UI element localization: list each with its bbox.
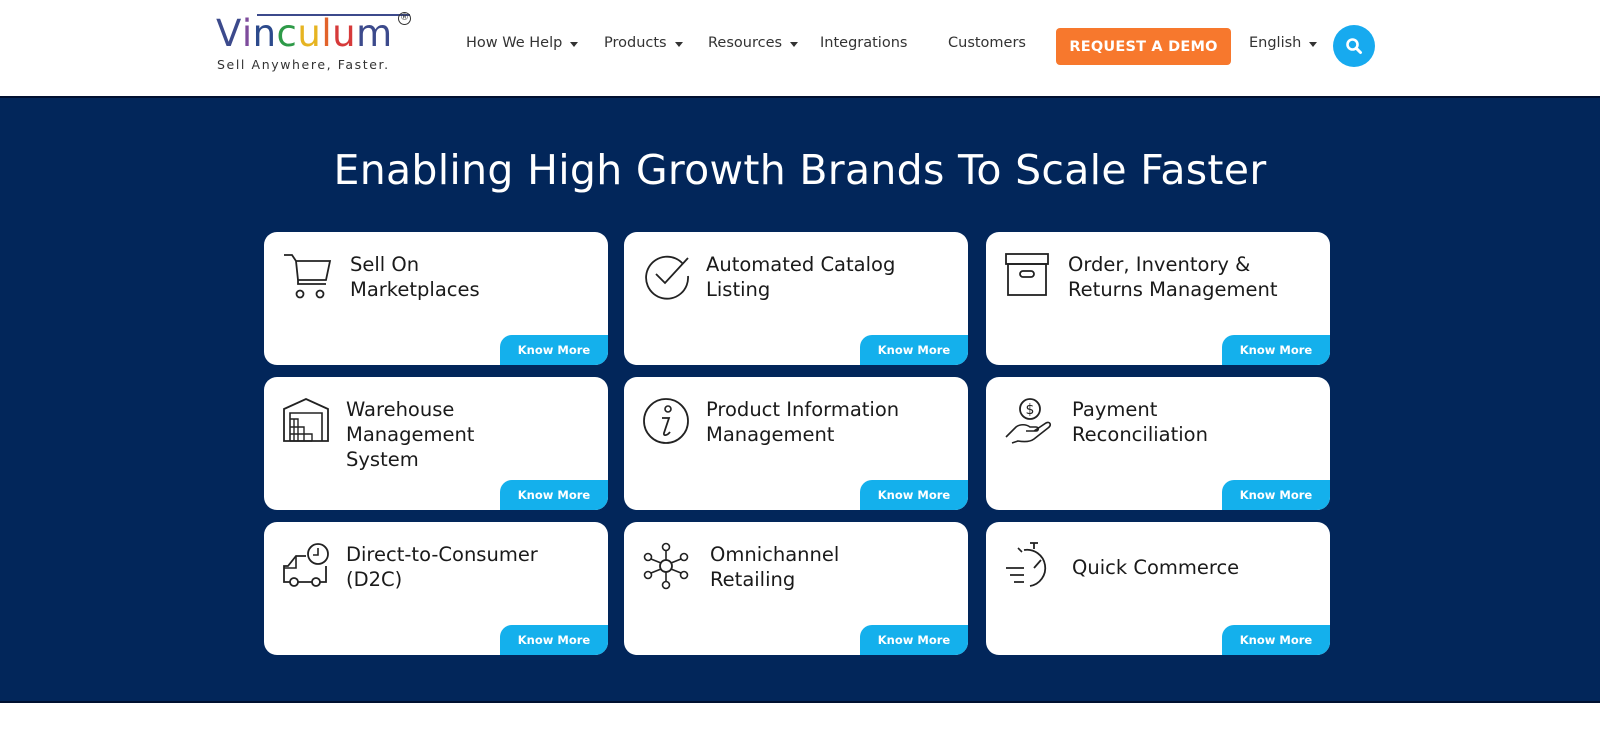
caret-down-icon [570,41,579,47]
know-more-button[interactable]: Know More [500,625,608,655]
card-title-line: Returns Management [1068,278,1278,301]
card-title: Automated Catalog Listing [706,252,895,302]
nav-how-we-help[interactable]: How We Help [466,35,579,51]
nav-integrations[interactable]: Integrations [820,35,907,51]
hero-section: Enabling High Growth Brands To Scale Fas… [0,96,1600,703]
card-title-line: Payment [1072,398,1158,421]
search-button[interactable] [1333,25,1375,67]
language-selector[interactable]: English [1249,35,1318,51]
svg-text:$: $ [1026,402,1035,418]
logo-letter: u [332,12,357,55]
card-title: Payment Reconciliation [1072,397,1208,447]
card-omnichannel-retailing[interactable]: Omnichannel Retailing Know More [624,522,968,655]
logo-letter: i [241,12,253,55]
logo-letter: u [297,12,322,55]
card-title: Quick Commerce [1072,555,1239,580]
logo-letter: l [321,12,333,55]
card-payment-reconciliation[interactable]: $ Payment Reconciliation Know More [986,377,1330,510]
caret-down-icon [1309,41,1318,47]
card-title-line: Management [346,423,475,446]
check-circle-icon [645,255,689,300]
nav-resources[interactable]: Resources [708,35,799,51]
card-title-line: Management [706,423,835,446]
card-title-line: Sell On [350,253,420,276]
card-product-information-management[interactable]: Product Information Management Know More [624,377,968,510]
know-more-button[interactable]: Know More [860,335,968,365]
nav-label: Integrations [820,35,908,51]
card-title-line: (D2C) [346,568,403,591]
card-title-line: Retailing [710,568,796,591]
know-more-button[interactable]: Know More [860,625,968,655]
nav-label: Customers [948,35,1026,51]
card-title-line: Marketplaces [350,278,480,301]
card-title: Direct-to-Consumer (D2C) [346,542,538,592]
fast-stopwatch-icon [1006,542,1047,587]
card-warehouse-management[interactable]: Warehouse Management System Know More [264,377,608,510]
nav-label: How We Help [466,35,563,51]
card-title-line: System [346,448,419,471]
info-circle-icon [643,398,689,444]
card-title-line: Reconciliation [1072,423,1208,446]
caret-down-icon [790,41,799,47]
card-title-line: Product Information [706,398,900,421]
card-title-line: Automated Catalog [706,253,896,276]
warehouse-icon [283,398,329,442]
card-direct-to-consumer[interactable]: Direct-to-Consumer (D2C) Know More [264,522,608,655]
know-more-button[interactable]: Know More [1222,335,1330,365]
know-more-button[interactable]: Know More [860,480,968,510]
request-demo-button[interactable]: REQUEST A DEMO [1056,28,1231,65]
card-sell-on-marketplaces[interactable]: Sell On Marketplaces Know More [264,232,608,365]
delivery-truck-clock-icon [283,543,329,587]
card-title-line: Listing [706,278,771,301]
nav-label: Resources [708,35,783,51]
logo-tagline: Sell Anywhere, Faster. [217,57,390,72]
language-label: English [1249,35,1302,51]
site-header: Vinculum ® Sell Anywhere, Faster. How We… [0,0,1600,96]
card-order-inventory-returns[interactable]: Order, Inventory & Returns Management Kn… [986,232,1330,365]
nav-label: Products [604,35,667,51]
hand-dollar-coin-icon: $ [1005,398,1051,444]
nav-customers[interactable]: Customers [948,35,1026,51]
card-title: Product Information Management [706,397,899,447]
logo-wordmark: Vinculum [216,12,393,56]
card-title-line: Direct-to-Consumer [346,543,538,566]
registered-mark: ® [398,12,411,25]
logo-letter: V [216,12,242,55]
hero-title: Enabling High Growth Brands To Scale Fas… [333,146,1267,194]
nav-products[interactable]: Products [604,35,683,51]
card-title: Warehouse Management System [346,397,474,472]
archive-box-icon [1005,253,1049,296]
know-more-button[interactable]: Know More [1222,625,1330,655]
card-title: Sell On Marketplaces [350,252,480,302]
card-title-line: Warehouse [346,398,455,421]
shopping-cart-icon [284,254,332,299]
card-title: Omnichannel Retailing [710,542,839,592]
card-automated-catalog-listing[interactable]: Automated Catalog Listing Know More [624,232,968,365]
logo-letter: c [276,12,298,55]
search-icon [1346,38,1362,54]
network-hub-icon [643,542,689,590]
card-title-line: Quick Commerce [1072,556,1240,579]
logo-letter: n [252,12,277,55]
card-title: Order, Inventory & Returns Management [1068,252,1278,302]
card-title-line: Omnichannel [710,543,840,566]
vinculum-logo[interactable]: Vinculum ® Sell Anywhere, Faster. [216,10,416,76]
card-quick-commerce[interactable]: Quick Commerce Know More [986,522,1330,655]
know-more-button[interactable]: Know More [500,480,608,510]
card-title-line: Order, Inventory & [1068,253,1251,276]
know-more-button[interactable]: Know More [1222,480,1330,510]
logo-letter: m [356,12,393,55]
know-more-button[interactable]: Know More [500,335,608,365]
caret-down-icon [674,41,683,47]
